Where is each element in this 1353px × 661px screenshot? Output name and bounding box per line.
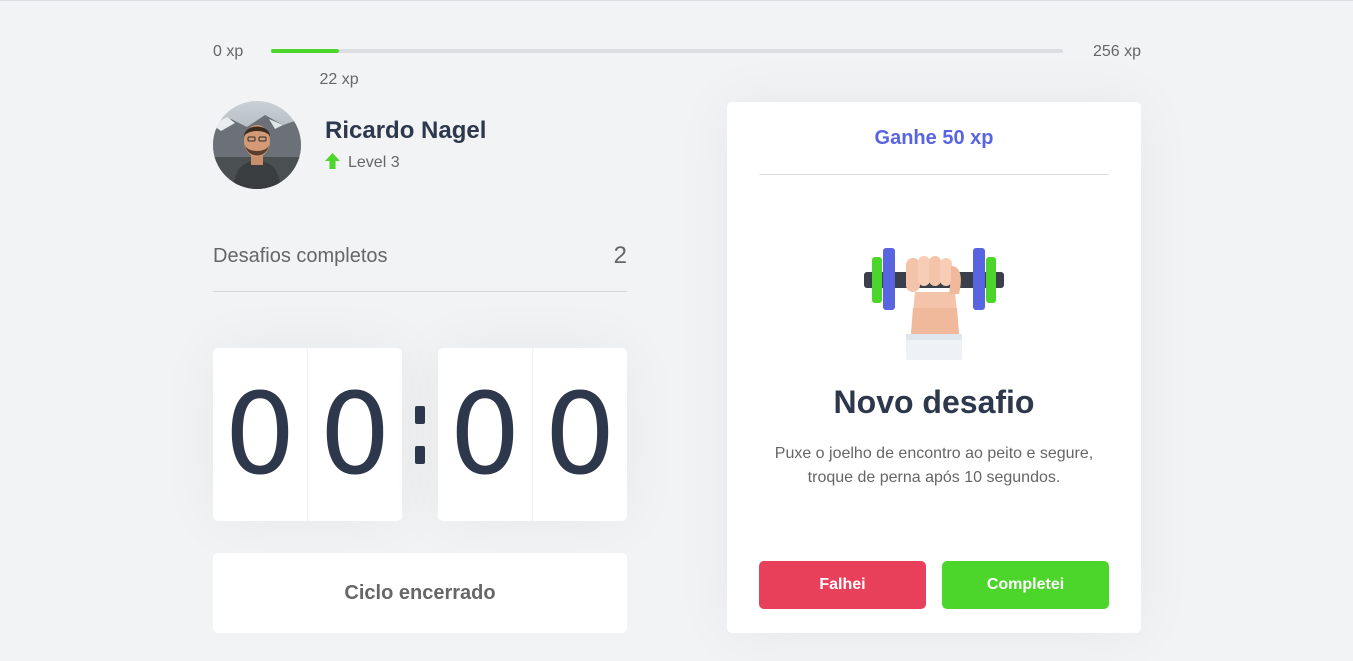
completed-challenges-count: 2 xyxy=(613,242,627,269)
xp-track: 22 xp xyxy=(271,49,1063,88)
second-digit-left: 0 xyxy=(449,369,521,500)
avatar xyxy=(213,101,301,189)
xp-max-label: 256 xp xyxy=(1092,43,1141,60)
profile-level: Level 3 xyxy=(325,152,486,174)
countdown-seconds: 0 0 xyxy=(438,348,627,521)
level-label: Level 3 xyxy=(348,154,400,171)
xp-min-label: 0 xp xyxy=(213,43,244,60)
separator-dot xyxy=(415,445,425,464)
experience-bar: 0 xp 22 xp 256 xp xyxy=(213,41,1141,88)
minute-digit-right: 0 xyxy=(307,348,402,521)
dumbbell-body-icon xyxy=(863,248,1005,362)
xp-progress-fill xyxy=(271,49,340,53)
failed-button[interactable]: Falhei xyxy=(759,561,926,609)
minute-digit-left: 0 xyxy=(224,369,296,500)
completed-challenges: Desafios completos 2 xyxy=(213,231,627,292)
completed-button[interactable]: Completei xyxy=(942,561,1109,609)
cycle-ended-button[interactable]: Ciclo encerrado xyxy=(213,553,627,633)
profile: Ricardo Nagel Level 3 xyxy=(213,101,486,189)
profile-info: Ricardo Nagel Level 3 xyxy=(325,117,486,174)
xp-current-label: 22 xp xyxy=(319,71,359,88)
profile-name: Ricardo Nagel xyxy=(325,116,487,144)
countdown: 0 0 : 0 0 xyxy=(213,348,627,521)
challenge-title: Novo desafio xyxy=(833,384,1035,420)
challenge-actions: Falhei Completei xyxy=(759,561,1109,609)
countdown-minutes: 0 0 xyxy=(213,348,402,521)
challenge-description: Puxe o joelho de encontro ao peito e seg… xyxy=(774,445,1094,486)
completed-challenges-label: Desafios completos xyxy=(213,245,388,267)
challenge-reward: Ganhe 50 xp xyxy=(759,102,1109,175)
level-up-arrow-icon xyxy=(325,152,340,174)
separator-dot xyxy=(415,405,425,424)
countdown-separator: : xyxy=(402,348,438,521)
second-digit-right: 0 xyxy=(532,348,627,521)
challenge-card: Ganhe 50 xp Novo desafio Puxe o joelho d… xyxy=(727,102,1141,633)
